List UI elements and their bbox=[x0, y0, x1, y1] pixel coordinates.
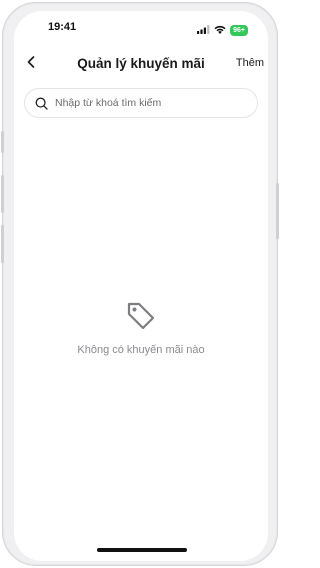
power-button bbox=[276, 183, 279, 239]
tag-icon bbox=[121, 295, 161, 335]
empty-state: Không có khuyến mãi nào bbox=[14, 295, 268, 356]
header: Quản lý khuyến mãi Thêm bbox=[14, 51, 268, 77]
phone-frame: 19:41 96+ Quản lý khuyến mãi Thêm Nhập t… bbox=[1, 2, 279, 566]
screen: 19:41 96+ Quản lý khuyến mãi Thêm Nhập t… bbox=[14, 11, 268, 561]
search-bar[interactable] bbox=[24, 88, 258, 118]
status-time: 19:41 bbox=[48, 21, 77, 33]
empty-message: Không có khuyến mãi nào bbox=[77, 344, 205, 356]
status-bar: 19:41 96+ bbox=[14, 11, 268, 41]
home-indicator[interactable] bbox=[97, 548, 187, 552]
wifi-icon bbox=[214, 21, 226, 39]
mute-switch bbox=[1, 131, 4, 153]
search-input[interactable] bbox=[55, 97, 245, 109]
volume-up-button bbox=[1, 175, 4, 213]
signal-icon bbox=[197, 21, 210, 39]
status-icons: 96+ bbox=[197, 21, 248, 39]
volume-down-button bbox=[1, 225, 4, 263]
add-button[interactable]: Thêm bbox=[236, 57, 264, 69]
battery-icon: 96+ bbox=[230, 24, 248, 36]
search-icon bbox=[34, 96, 48, 110]
page-title: Quản lý khuyến mãi bbox=[77, 56, 205, 71]
